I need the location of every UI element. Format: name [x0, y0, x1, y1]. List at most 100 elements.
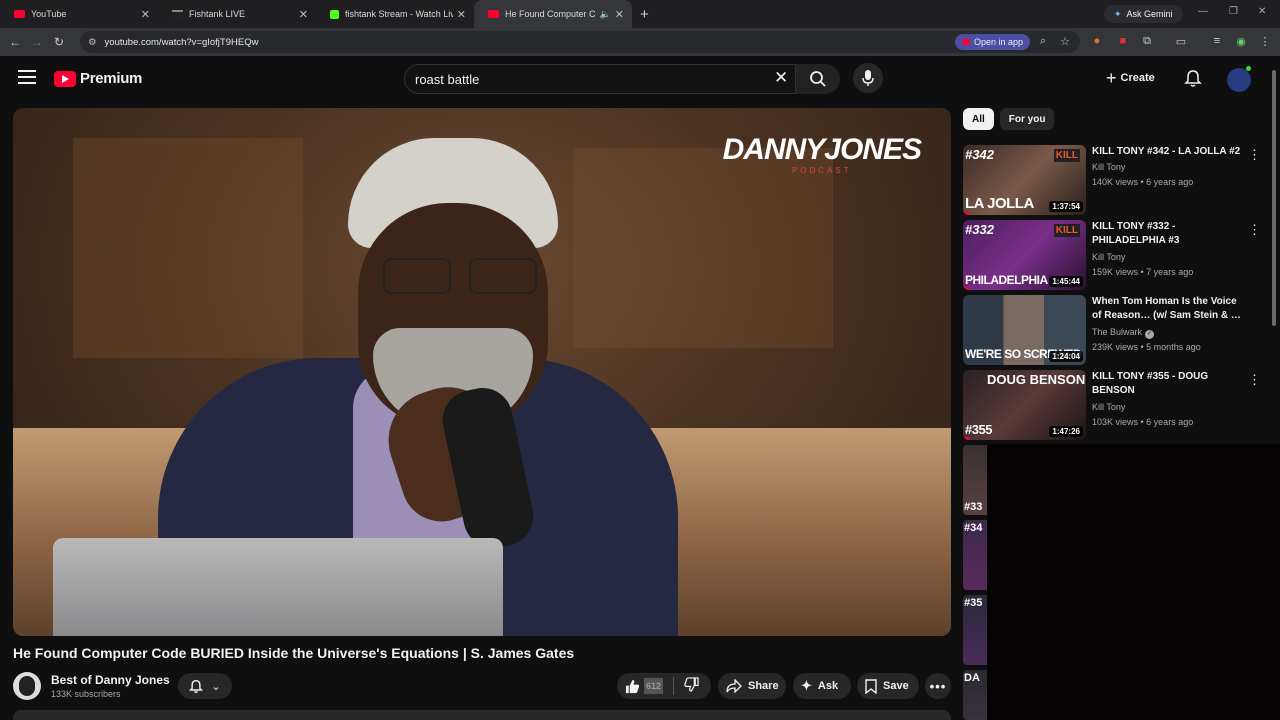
save-button[interactable]: Save — [857, 673, 919, 699]
partial-thumbnail[interactable]: #34 — [963, 520, 987, 590]
partial-thumbnail-tag: #33 — [964, 501, 983, 513]
recommendation-title[interactable]: KILL TONY #355 - DOUG BENSON — [1092, 370, 1242, 398]
browser-menu-icon[interactable]: ⋮ — [1258, 35, 1272, 49]
recommendation-item[interactable]: #342 KILL LA JOLLA 1:37:54 KILL TONY #34… — [963, 145, 1268, 215]
partial-thumbnail[interactable]: DA — [963, 670, 987, 720]
tab-fishtank-stream[interactable]: fishtank Stream - Watch Live on ✕ — [316, 0, 474, 28]
video-thumbnail[interactable]: DOUG BENSON #355 1:47:26 — [963, 370, 1086, 440]
cast-icon[interactable]: ▭ — [1174, 35, 1188, 49]
close-tab-icon[interactable]: ✕ — [615, 8, 624, 21]
notifications-button[interactable] — [1184, 69, 1202, 93]
more-vertical-icon[interactable]: ⋮ — [1248, 147, 1261, 163]
bell-icon — [1184, 70, 1202, 87]
reload-icon[interactable]: ↻ — [48, 35, 70, 49]
back-arrow-icon[interactable]: ← — [4, 35, 26, 49]
open-in-app-button[interactable]: Open in app — [955, 34, 1031, 50]
browser-tab-bar: YouTube ✕ Fishtank LIVE ✕ fishtank Strea… — [0, 0, 1280, 28]
window-close-icon[interactable]: ✕ — [1258, 6, 1266, 17]
url-text: youtube.com/watch?v=gIofjT9HEQw — [104, 36, 259, 48]
podcast-brand-watermark: DANNYJONES PODCAST — [723, 134, 922, 176]
voice-search-button[interactable] — [853, 63, 883, 93]
description-box[interactable] — [13, 710, 951, 720]
recommendation-item[interactable]: DOUG BENSON #355 1:47:26 KILL TONY #355 … — [963, 370, 1268, 440]
video-duration: 1:47:26 — [1049, 426, 1083, 437]
chip-for-you[interactable]: For you — [999, 108, 1055, 130]
search-icon — [810, 71, 826, 87]
verified-check-icon: ✓ — [1145, 330, 1155, 339]
youtube-premium-logo[interactable]: Premium — [54, 70, 142, 87]
like-button[interactable]: 612 — [617, 678, 664, 694]
recommendation-channel[interactable]: Kill Tony — [1092, 402, 1125, 412]
create-button[interactable]: + Create — [1106, 66, 1155, 90]
video-duration: 1:24:04 — [1049, 351, 1083, 362]
recommendation-title[interactable]: KILL TONY #332 - PHILADELPHIA #3 — [1092, 220, 1242, 248]
close-tab-icon[interactable]: ✕ — [299, 8, 308, 21]
new-tab-icon[interactable]: + — [640, 6, 649, 23]
open-in-app-label: Open in app — [974, 37, 1024, 47]
recommendation-title[interactable]: When Tom Homan Is the Voice of Reason… (… — [1092, 295, 1242, 323]
media-controls-icon[interactable]: ≡ — [1210, 35, 1224, 49]
extension-orange-icon[interactable]: ● — [1090, 35, 1104, 49]
recommendation-item[interactable]: WE'RE SO SCREWED 1:24:04 When Tom Homan … — [963, 295, 1268, 365]
more-vertical-icon[interactable]: ⋮ — [1248, 222, 1261, 238]
recommendation-item[interactable]: #332 KILL PHILADELPHIA 1:45:44 KILL TONY… — [963, 220, 1268, 290]
hamburger-menu-icon[interactable] — [18, 70, 36, 84]
close-tab-icon[interactable]: ✕ — [457, 8, 466, 21]
thumbnail-episode-tag: #332 — [965, 222, 994, 237]
site-info-icon[interactable]: ⚙ — [88, 37, 97, 48]
bookmark-star-icon[interactable]: ☆ — [1058, 35, 1072, 49]
like-count: 612 — [644, 678, 664, 694]
forward-arrow-icon[interactable]: → — [26, 35, 48, 49]
partial-thumbnail-tag: DA — [964, 672, 980, 684]
search-button[interactable] — [796, 64, 840, 94]
url-field[interactable]: ⚙ youtube.com/watch?v=gIofjT9HEQw — [80, 31, 1080, 53]
youtube-header: Premium roast battle ✕ + Create — [0, 56, 1280, 102]
recommendation-channel-row[interactable]: The Bulwark ✓ — [1092, 327, 1155, 339]
recommendation-meta: 159K views • 7 years ago — [1092, 267, 1194, 277]
recommendation-channel: The Bulwark — [1092, 327, 1143, 337]
subscribed-notifications-button[interactable]: ⌄ — [178, 673, 232, 699]
close-tab-icon[interactable]: ✕ — [141, 8, 150, 21]
ask-label: Ask — [817, 680, 839, 692]
ask-gemini-button[interactable]: ✦ Ask Gemini — [1104, 5, 1183, 23]
video-duration: 1:37:54 — [1049, 201, 1083, 212]
more-horizontal-icon: ••• — [929, 678, 947, 694]
page-scrollbar[interactable] — [1272, 70, 1276, 326]
ask-button[interactable]: ✦ Ask — [793, 673, 851, 699]
more-actions-button[interactable]: ••• — [925, 673, 951, 699]
dislike-button[interactable] — [684, 677, 699, 695]
tab-current-video[interactable]: He Found Computer Code 🔈 ✕ — [474, 0, 632, 28]
recommendation-channel[interactable]: Kill Tony — [1092, 252, 1125, 262]
recommendation-meta: 140K views • 6 years ago — [1092, 177, 1194, 187]
plus-icon: + — [1106, 67, 1117, 88]
share-button[interactable]: Share — [718, 673, 786, 699]
extensions-puzzle-icon[interactable]: ⧉ — [1140, 35, 1154, 49]
more-vertical-icon[interactable]: ⋮ — [1248, 372, 1261, 388]
video-thumbnail[interactable]: #332 KILL PHILADELPHIA 1:45:44 — [963, 220, 1086, 290]
profile-icon[interactable]: ◉ — [1234, 35, 1248, 49]
search-input[interactable]: roast battle — [404, 64, 796, 94]
tab-youtube[interactable]: YouTube ✕ — [0, 0, 158, 28]
gemini-sparkle-icon: ✦ — [1114, 8, 1122, 19]
recommendation-title[interactable]: KILL TONY #342 - LA JOLLA #2 — [1092, 145, 1242, 159]
recommendation-channel[interactable]: Kill Tony — [1092, 162, 1125, 172]
tab-fishtank-live[interactable]: Fishtank LIVE ✕ — [158, 0, 316, 28]
speaker-icon[interactable]: 🔈 — [600, 9, 611, 20]
video-player[interactable]: DANNYJONES PODCAST — [13, 108, 951, 636]
extension-red-icon[interactable]: ■ — [1116, 35, 1130, 49]
channel-name[interactable]: Best of Danny Jones — [51, 673, 170, 687]
account-avatar[interactable] — [1227, 66, 1251, 92]
chip-all[interactable]: All — [963, 108, 994, 130]
channel-avatar[interactable] — [13, 672, 41, 700]
partial-thumbnail[interactable]: #33 — [963, 445, 987, 515]
zoom-icon[interactable]: ⌕ — [1036, 35, 1050, 49]
video-thumbnail[interactable]: WE'RE SO SCREWED 1:24:04 — [963, 295, 1086, 365]
watch-progress-bar — [963, 287, 970, 290]
maximize-icon[interactable]: ❐ — [1229, 6, 1238, 17]
minimize-icon[interactable]: — — [1198, 6, 1208, 17]
background-wall-panel — [73, 138, 303, 358]
speaker-glasses — [383, 258, 543, 298]
partial-thumbnail[interactable]: #35 — [963, 595, 987, 665]
clear-search-icon[interactable]: ✕ — [774, 68, 788, 88]
video-thumbnail[interactable]: #342 KILL LA JOLLA 1:37:54 — [963, 145, 1086, 215]
